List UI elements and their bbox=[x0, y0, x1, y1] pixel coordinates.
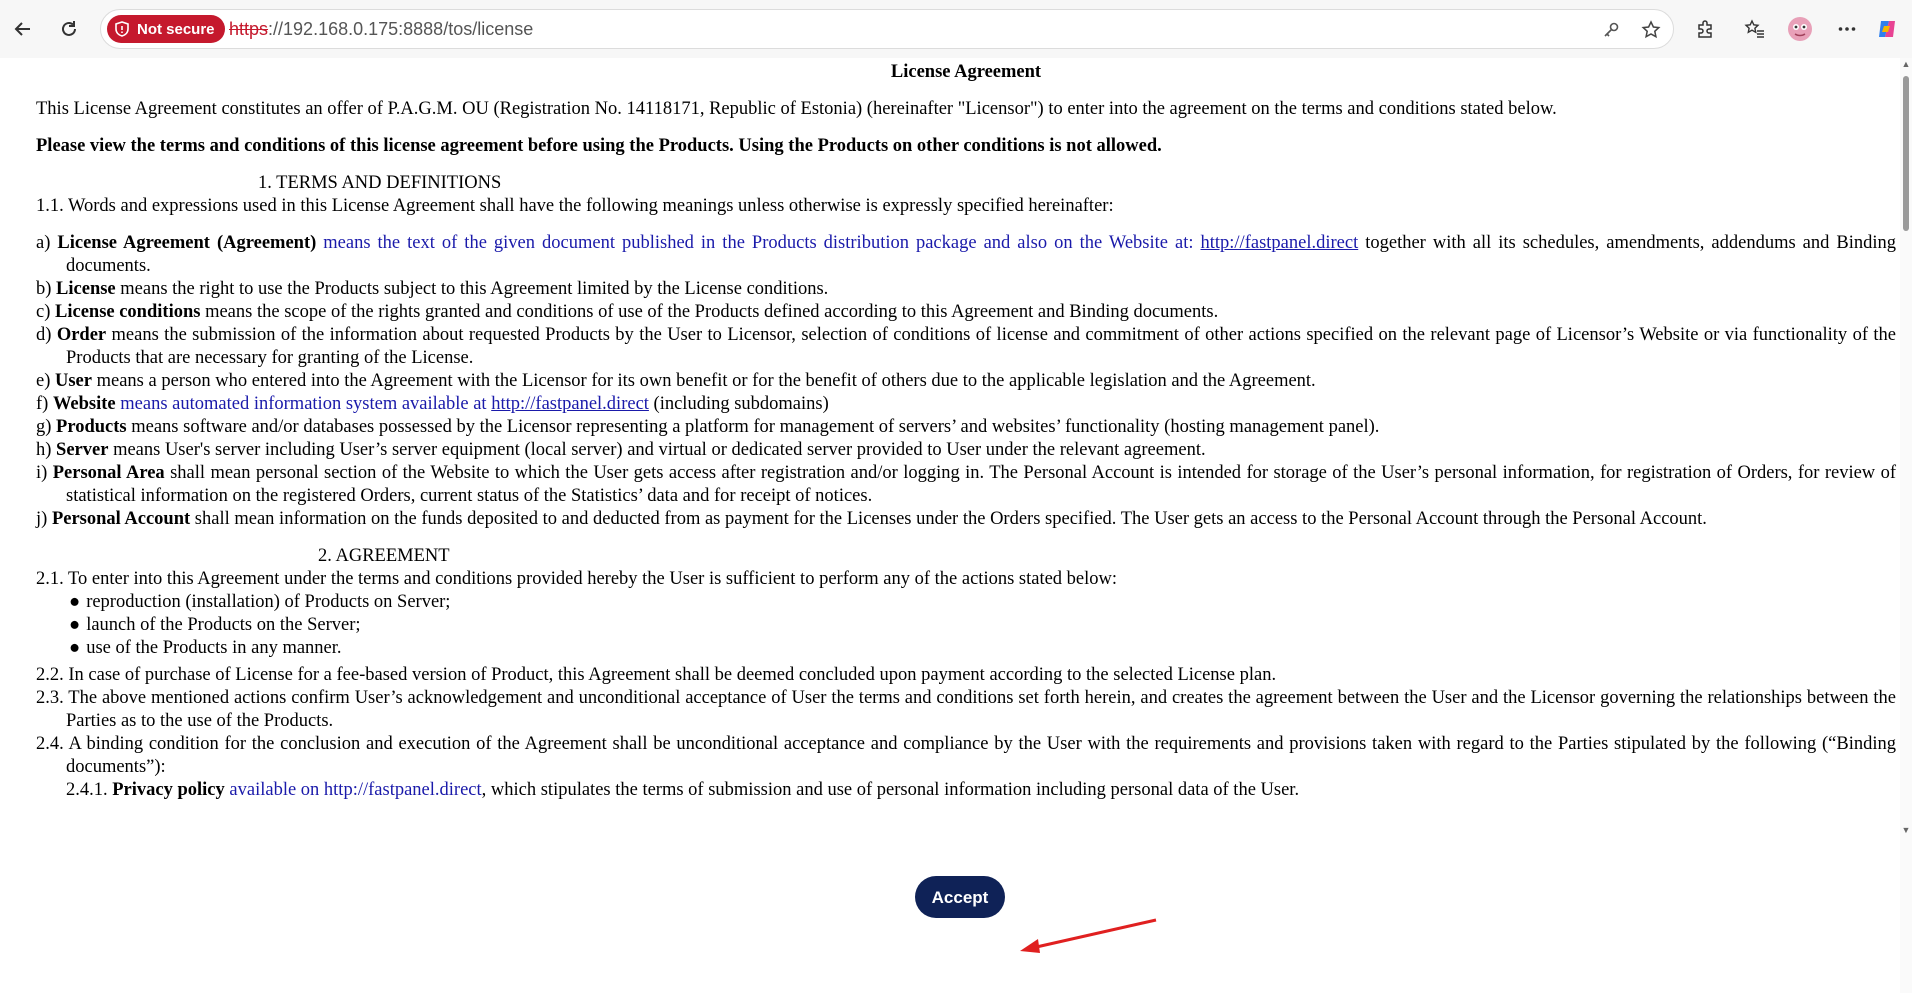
list-item: use of the Products in any manner. bbox=[69, 637, 1896, 660]
def-c-prefix: c) bbox=[36, 302, 55, 322]
def-g-tail: means software and/or databases possesse… bbox=[126, 417, 1380, 437]
def-c-tail: means the scope of the rights granted an… bbox=[200, 302, 1219, 322]
url-path: ://192.168.0.175:8888/tos/license bbox=[268, 19, 534, 39]
browser-toolbar: Not secure https://192.168.0.175:8888/to… bbox=[0, 0, 1912, 59]
def-h-term: Server bbox=[56, 440, 109, 460]
clause-2-1: 2.1. To enter into this Agreement under … bbox=[36, 569, 1118, 589]
definition-a: a) License Agreement (Agreement) means t… bbox=[36, 232, 1896, 278]
def-b-tail: means the right to use the Products subj… bbox=[115, 279, 829, 299]
list-item: reproduction (installation) of Products … bbox=[69, 591, 1896, 614]
def-j-tail: shall mean information on the funds depo… bbox=[190, 509, 1707, 529]
shield-warning-icon bbox=[115, 21, 129, 37]
refresh-button[interactable] bbox=[52, 12, 86, 46]
def-i-prefix: i) bbox=[36, 463, 53, 483]
url-scheme: https bbox=[229, 19, 269, 39]
password-key-icon[interactable] bbox=[1599, 18, 1623, 42]
clause-2-4: 2.4. A binding condition for the conclus… bbox=[36, 734, 1896, 777]
scrollbar[interactable]: ▲ ▼ bbox=[1900, 58, 1912, 993]
address-bar[interactable]: Not secure https://192.168.0.175:8888/to… bbox=[100, 9, 1674, 49]
def-c-term: License conditions bbox=[55, 302, 201, 322]
def-i-term: Personal Area bbox=[52, 463, 165, 483]
license-document: License Agreement This License Agreement… bbox=[36, 58, 1896, 868]
def-j-term: Personal Account bbox=[51, 509, 191, 529]
definition-b: b) License means the right to use the Pr… bbox=[36, 278, 1896, 301]
page-content: License Agreement This License Agreement… bbox=[0, 58, 1900, 993]
def-g-prefix: g) bbox=[36, 417, 57, 437]
def-e-tail: means a person who entered into the Agre… bbox=[91, 371, 1316, 391]
favorites-list-icon[interactable] bbox=[1740, 14, 1770, 44]
annotation-arrow-icon bbox=[1020, 918, 1157, 953]
back-arrow-icon bbox=[14, 22, 30, 36]
definition-f: f) Website means automated information s… bbox=[36, 393, 1896, 416]
def-g-term: Products bbox=[56, 417, 127, 437]
profile-avatar-icon[interactable] bbox=[1785, 14, 1815, 44]
clause-2-4-1-text: available on http://fastpanel.direct bbox=[224, 780, 482, 800]
fastpanel-link[interactable]: http://fastpanel.direct bbox=[1201, 233, 1359, 253]
def-b-term: License bbox=[56, 279, 116, 299]
def-b-prefix: b) bbox=[36, 279, 57, 299]
accept-button[interactable]: Accept bbox=[915, 876, 1005, 918]
def-j-prefix: j) bbox=[36, 509, 52, 529]
not-secure-label: Not secure bbox=[137, 20, 215, 38]
def-a-term: License Agreement (Agreement) bbox=[57, 233, 317, 253]
def-e-term: User bbox=[55, 371, 92, 391]
not-secure-badge[interactable]: Not secure bbox=[107, 15, 225, 43]
intro-paragraph: This License Agreement constitutes an of… bbox=[36, 99, 1557, 119]
favorite-star-icon[interactable] bbox=[1639, 18, 1663, 42]
clause-2-4-1-prefix: 2.4.1. bbox=[66, 780, 113, 800]
definition-j: j) Personal Account shall mean informati… bbox=[36, 508, 1896, 531]
clause-2-4-1-tail: , which stipulates the terms of submissi… bbox=[481, 780, 1300, 800]
clause-1-1: 1.1. Words and expressions used in this … bbox=[36, 196, 1114, 216]
def-i-tail: shall mean personal section of the Websi… bbox=[66, 463, 1896, 506]
def-f-text: means automated information system avail… bbox=[115, 394, 492, 414]
definition-e: e) User means a person who entered into … bbox=[36, 370, 1896, 393]
section-1-heading: 1. TERMS AND DEFINITIONS bbox=[258, 173, 502, 193]
url-text[interactable]: https://192.168.0.175:8888/tos/license bbox=[229, 19, 533, 40]
scroll-thumb[interactable] bbox=[1903, 76, 1909, 231]
definition-i: i) Personal Area shall mean personal sec… bbox=[36, 462, 1896, 508]
definition-g: g) Products means software and/or databa… bbox=[36, 416, 1896, 439]
refresh-icon bbox=[62, 21, 76, 36]
scroll-up-icon[interactable]: ▲ bbox=[1901, 60, 1911, 69]
def-a-prefix: a) bbox=[36, 233, 58, 253]
actions-list: reproduction (installation) of Products … bbox=[36, 591, 1896, 660]
clause-2-4-1: 2.4.1. Privacy policy available on http:… bbox=[36, 779, 1896, 802]
def-f-tail: (including subdomains) bbox=[648, 394, 829, 414]
def-e-prefix: e) bbox=[36, 371, 55, 391]
accept-container: Accept bbox=[0, 876, 1900, 918]
def-a-text: means the text of the given document pub… bbox=[316, 233, 1201, 253]
extensions-icon[interactable] bbox=[1690, 14, 1720, 44]
warning-paragraph: Please view the terms and conditions of … bbox=[36, 136, 1162, 156]
def-d-term: Order bbox=[56, 325, 107, 345]
clause-2-2: 2.2. In case of purchase of License for … bbox=[36, 665, 1277, 685]
list-item: launch of the Products on the Server; bbox=[69, 614, 1896, 637]
definition-c: c) License conditions means the scope of… bbox=[36, 301, 1896, 324]
clause-2-3: 2.3. The above mentioned actions confirm… bbox=[36, 688, 1896, 731]
fastpanel-link[interactable]: http://fastpanel.direct bbox=[491, 394, 649, 414]
more-menu-icon[interactable] bbox=[1832, 14, 1862, 44]
def-f-term: Website bbox=[52, 394, 116, 414]
def-f-prefix: f) bbox=[36, 394, 53, 414]
definition-h: h) Server means User's server including … bbox=[36, 439, 1896, 462]
def-h-tail: means User's server including User’s ser… bbox=[108, 440, 1206, 460]
section-2-heading: 2. AGREEMENT bbox=[318, 546, 450, 566]
page-title: License Agreement bbox=[890, 62, 1042, 82]
def-h-prefix: h) bbox=[36, 440, 57, 460]
definition-d: d) Order means the submission of the inf… bbox=[36, 324, 1896, 370]
back-button[interactable] bbox=[6, 12, 40, 46]
def-d-tail: means the submission of the information … bbox=[66, 325, 1896, 368]
copilot-icon[interactable] bbox=[1872, 14, 1902, 44]
clause-2-4-1-term: Privacy policy bbox=[112, 780, 225, 800]
def-d-prefix: d) bbox=[36, 325, 57, 345]
scroll-down-icon[interactable]: ▼ bbox=[1901, 826, 1911, 835]
